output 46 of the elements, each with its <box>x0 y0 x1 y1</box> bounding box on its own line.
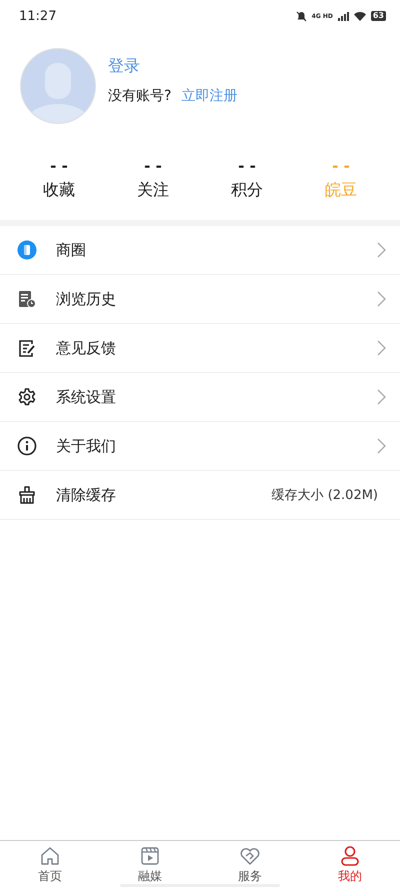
stat-label[interactable]: 积分 <box>231 180 263 201</box>
signal-icon <box>338 12 349 20</box>
stat-value: - - <box>238 158 256 174</box>
menu-label: 浏览历史 <box>56 290 117 308</box>
menu-label: 系统设置 <box>56 388 117 406</box>
menu-label: 清除缓存 <box>56 486 117 504</box>
menu-item[interactable]: 清除缓存 缓存大小 (2.02M) <box>0 471 400 520</box>
nav-tab[interactable]: 融媒 <box>100 841 200 889</box>
chevron-right-icon <box>377 340 386 356</box>
wifi-icon <box>354 12 366 20</box>
nav-tab[interactable]: 服务 <box>200 841 300 889</box>
menu-item[interactable]: 意见反馈 <box>0 324 400 373</box>
menu-label: 商圈 <box>56 240 87 260</box>
chevron-right-icon <box>377 389 386 405</box>
video-icon <box>139 845 161 867</box>
battery-level: 63 <box>370 11 386 21</box>
menu-label: 意见反馈 <box>56 338 117 358</box>
chevron-right-icon <box>377 438 386 454</box>
stat-value: - - <box>144 158 162 174</box>
settings-icon <box>17 387 37 407</box>
cache-size: 缓存大小 (2.02M) <box>272 487 378 504</box>
chevron-right-icon <box>377 242 386 258</box>
mute-icon <box>296 10 307 22</box>
menu-item[interactable]: 商圈 <box>0 226 400 275</box>
circle-icon <box>17 240 37 260</box>
person-icon <box>339 845 361 867</box>
home-icon <box>39 845 61 867</box>
heart-icon <box>239 845 261 867</box>
stat-label[interactable]: 收藏 <box>43 180 75 201</box>
stat-value: - - <box>332 158 350 174</box>
menu-item[interactable]: 浏览历史 <box>0 275 400 324</box>
menu-item[interactable]: 系统设置 <box>0 373 400 422</box>
document-clock-icon <box>17 289 37 309</box>
menu-item[interactable]: 关于我们 <box>0 422 400 471</box>
info-icon <box>17 436 37 456</box>
nav-tab[interactable]: 首页 <box>0 841 100 889</box>
clock-time: 11:27 <box>19 8 56 24</box>
chevron-right-icon <box>377 291 386 307</box>
menu-label: 关于我们 <box>56 436 117 456</box>
stat-label[interactable]: 关注 <box>137 180 169 201</box>
account-prompt: 没有账号? <box>108 86 172 104</box>
broom-icon <box>17 485 37 505</box>
avatar-icon[interactable] <box>20 48 96 124</box>
nav-tab[interactable]: 我的 <box>300 841 400 889</box>
edit-note-icon <box>17 338 37 358</box>
stat-value: - - <box>50 158 68 174</box>
